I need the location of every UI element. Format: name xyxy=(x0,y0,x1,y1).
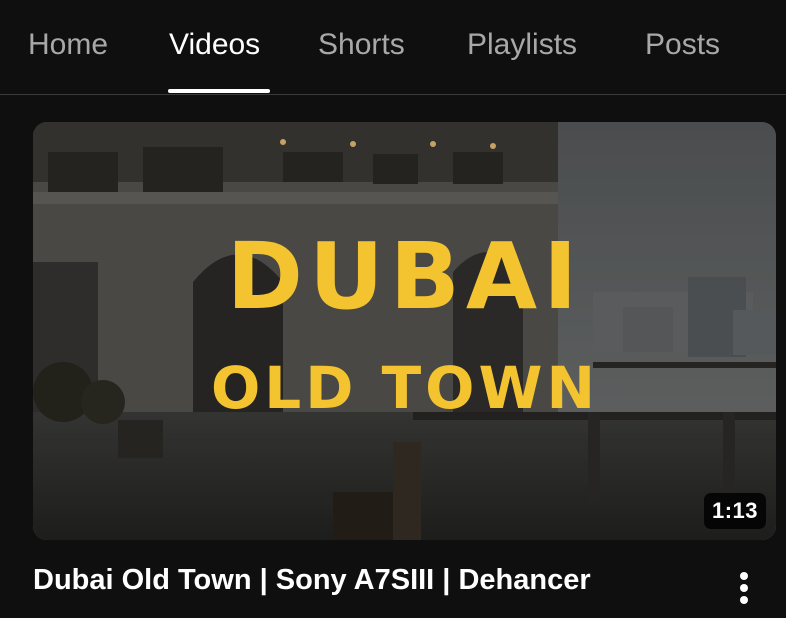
duration-badge: 1:13 xyxy=(703,493,766,529)
tab-home[interactable]: Home xyxy=(28,28,108,62)
video-thumbnail[interactable]: DUBAI OLD TOWN 1:13 xyxy=(33,122,776,540)
active-tab-indicator xyxy=(168,89,270,93)
dot xyxy=(740,596,748,604)
dot xyxy=(740,584,748,592)
tab-shorts[interactable]: Shorts xyxy=(318,28,405,62)
thumbnail-title-line1: DUBAI xyxy=(227,223,584,330)
tab-videos[interactable]: Videos xyxy=(169,28,260,62)
thumbnail-title-line2: OLD TOWN xyxy=(211,354,599,422)
tab-posts[interactable]: Posts xyxy=(645,28,720,62)
video-title[interactable]: Dubai Old Town | Sony A7SIII | Dehancer xyxy=(33,564,693,597)
tab-playlists[interactable]: Playlists xyxy=(467,28,577,62)
more-vertical-icon[interactable] xyxy=(726,566,762,610)
thumbnail-image: DUBAI OLD TOWN xyxy=(33,122,776,540)
channel-tabs: Home Videos Shorts Playlists Posts xyxy=(0,0,786,95)
dot xyxy=(740,572,748,580)
